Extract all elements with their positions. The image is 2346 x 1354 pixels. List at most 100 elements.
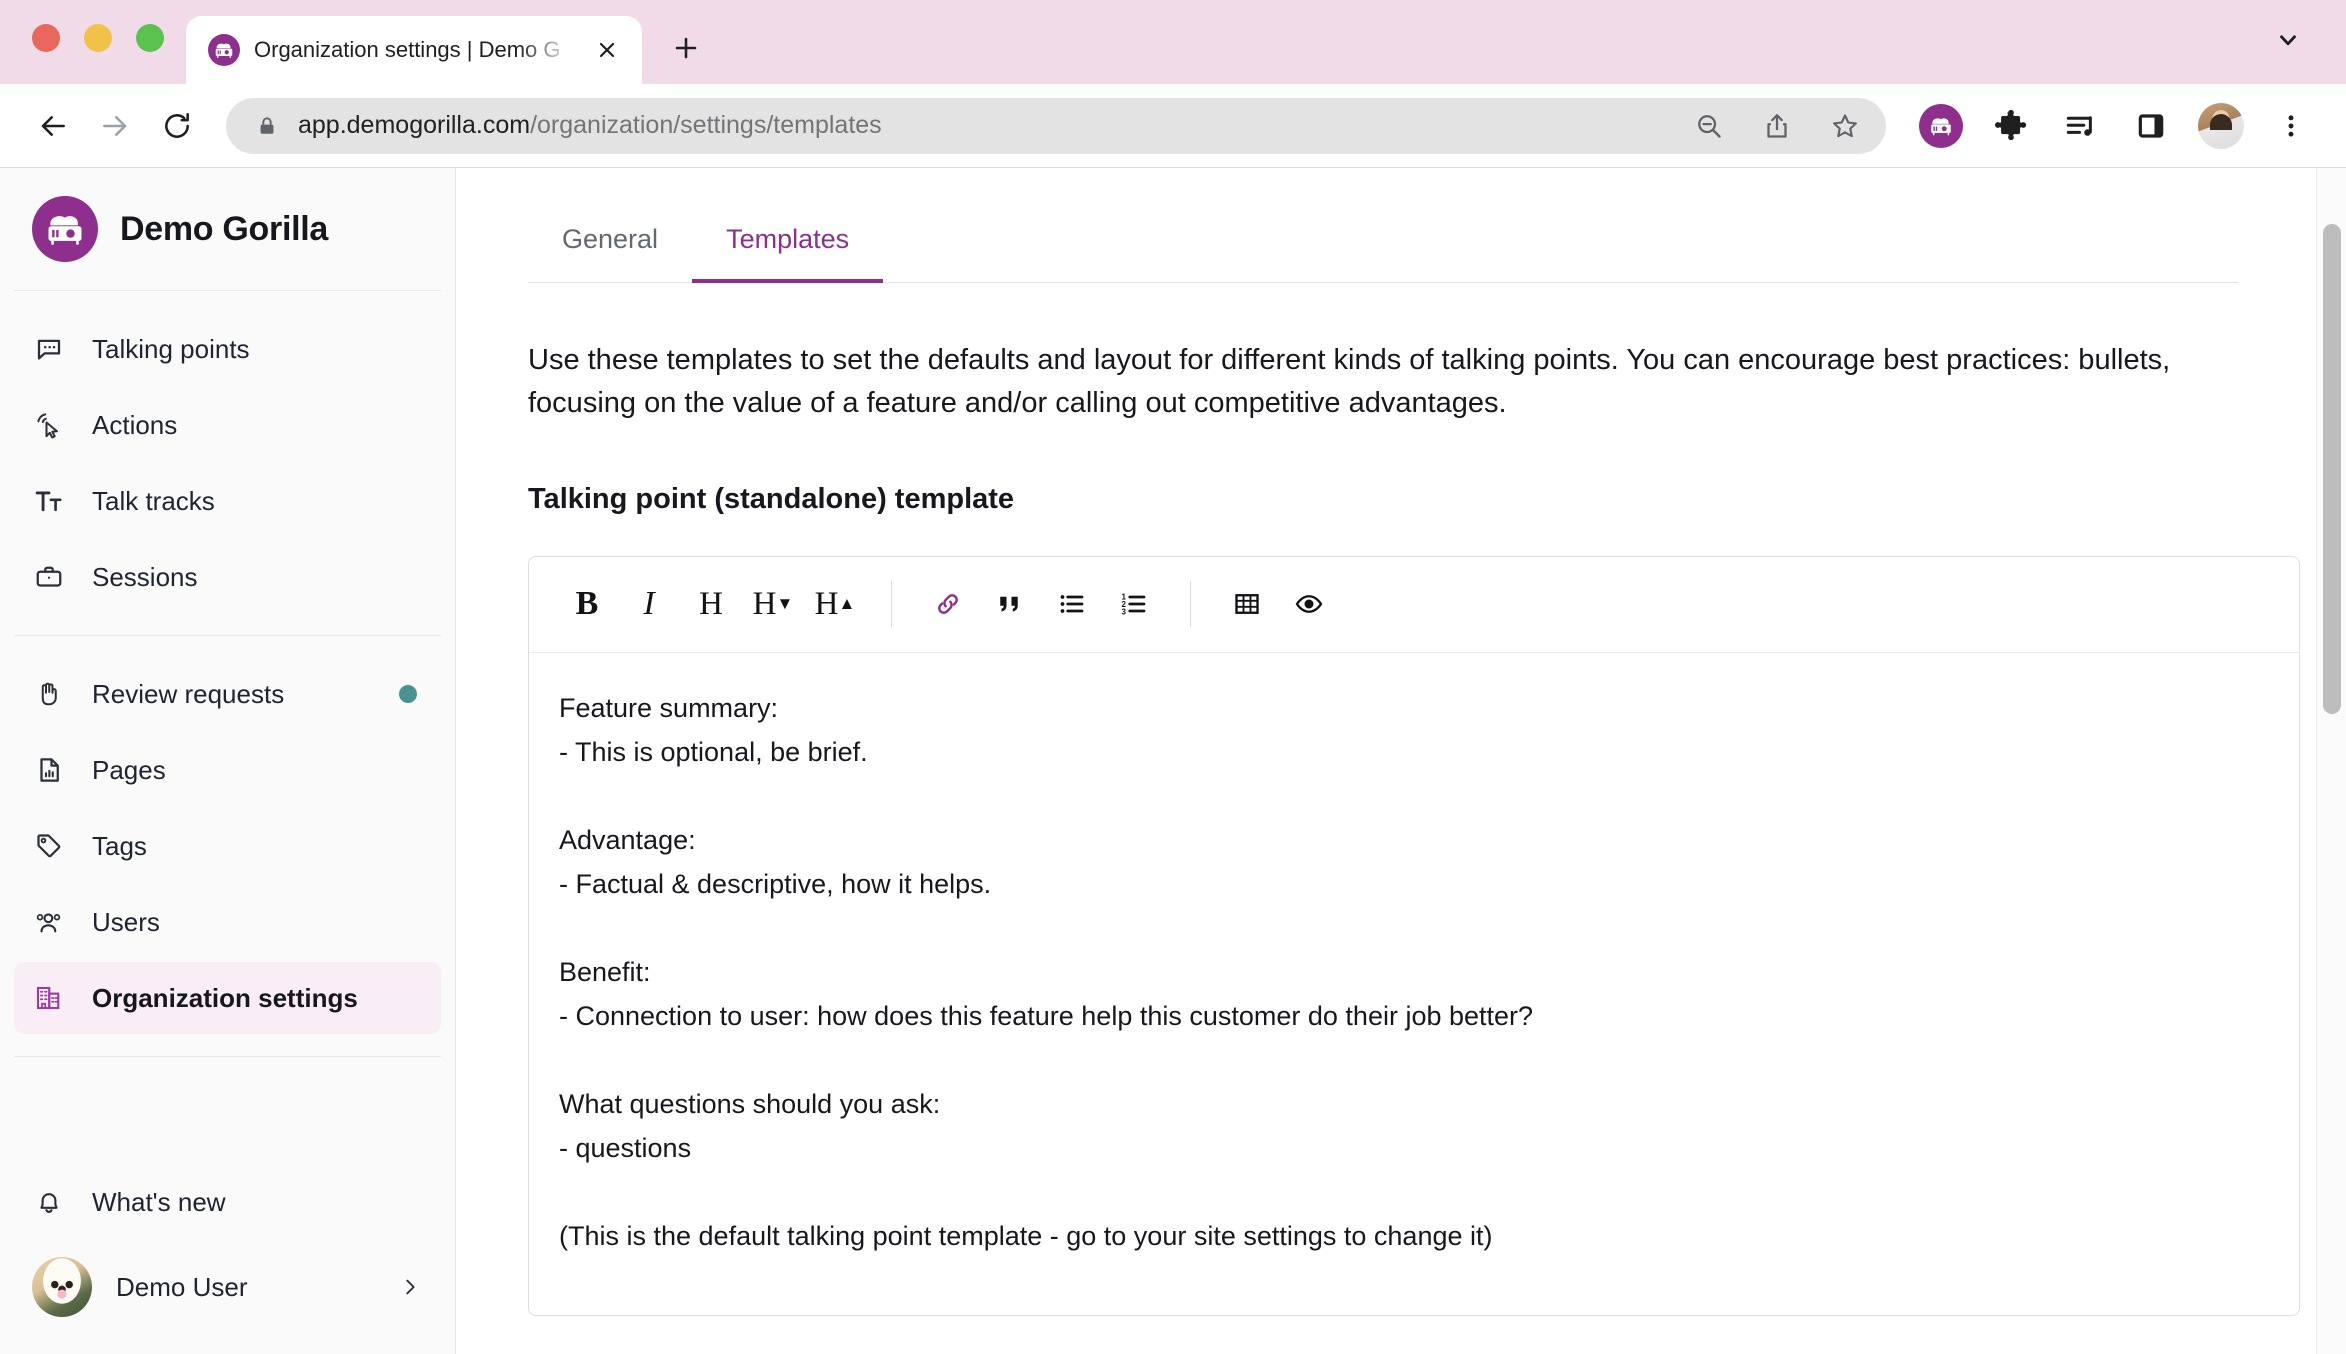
app-viewport: Demo Gorilla Talking points bbox=[0, 168, 2346, 1354]
sidebar-item-actions[interactable]: Actions bbox=[14, 389, 441, 461]
editor-line: - Connection to user: how does this feat… bbox=[559, 995, 2269, 1039]
heading-icon[interactable]: H bbox=[683, 575, 739, 633]
chevron-right-icon bbox=[397, 1274, 423, 1300]
document-chart-icon bbox=[32, 753, 66, 787]
url-host: app.demogorilla.com bbox=[298, 111, 530, 139]
window-controls bbox=[0, 24, 186, 84]
lock-icon bbox=[252, 115, 282, 137]
side-panel-icon[interactable] bbox=[2122, 97, 2180, 155]
tab-templates[interactable]: Templates bbox=[692, 202, 883, 283]
sidebar-item-users[interactable]: Users bbox=[14, 886, 441, 958]
app-sidebar: Demo Gorilla Talking points bbox=[0, 168, 456, 1354]
browser-tab[interactable]: Organization settings | Demo G bbox=[186, 16, 642, 84]
editor-line-blank bbox=[559, 775, 2269, 819]
share-icon[interactable] bbox=[1750, 99, 1804, 153]
heading-increase-icon[interactable]: H▲ bbox=[807, 575, 863, 633]
sidebar-user-menu[interactable]: Demo User bbox=[14, 1244, 441, 1330]
sidebar-item-label: Actions bbox=[92, 410, 423, 441]
zoom-out-icon[interactable] bbox=[1682, 99, 1736, 153]
window-maximize-button[interactable] bbox=[136, 24, 164, 52]
italic-icon[interactable]: I bbox=[621, 575, 677, 633]
sidebar-item-label: Pages bbox=[92, 755, 423, 786]
page-scrollbar-thumb[interactable] bbox=[2323, 224, 2341, 714]
window-close-button[interactable] bbox=[32, 24, 60, 52]
template-editor-standalone: B I H H▼ H▲ bbox=[528, 556, 2300, 1316]
settings-tabs: General Templates bbox=[528, 202, 2238, 283]
editor-body[interactable]: Feature summary: - This is optional, be … bbox=[529, 653, 2299, 1315]
tag-icon bbox=[32, 829, 66, 863]
raised-hand-icon bbox=[32, 677, 66, 711]
brand-name: Demo Gorilla bbox=[120, 210, 328, 249]
sidebar-item-label: Tags bbox=[92, 831, 423, 862]
svg-text:3: 3 bbox=[1122, 608, 1127, 617]
briefcase-icon bbox=[32, 560, 66, 594]
url-path: /organization/settings/templates bbox=[530, 111, 882, 139]
brand-header[interactable]: Demo Gorilla bbox=[0, 168, 455, 290]
sidebar-item-organization-settings[interactable]: Organization settings bbox=[14, 962, 441, 1034]
sidebar-item-pages[interactable]: Pages bbox=[14, 734, 441, 806]
gorilla-extension-icon[interactable] bbox=[1912, 97, 1970, 155]
text-size-icon bbox=[32, 484, 66, 518]
table-icon[interactable] bbox=[1219, 575, 1275, 633]
status-badge bbox=[399, 685, 417, 703]
editor-line-blank bbox=[559, 1171, 2269, 1215]
editor-line: - Factual & descriptive, how it helps. bbox=[559, 863, 2269, 907]
sidebar-item-label: Review requests bbox=[92, 679, 373, 710]
sidebar-item-sessions[interactable]: Sessions bbox=[14, 541, 441, 613]
chevron-down-icon[interactable] bbox=[2268, 20, 2308, 60]
address-bar[interactable]: app.demogorilla.com/organization/setting… bbox=[226, 98, 1886, 154]
gorilla-logo-icon bbox=[208, 34, 240, 66]
back-arrow-icon[interactable] bbox=[22, 95, 84, 157]
window-minimize-button[interactable] bbox=[84, 24, 112, 52]
url-text: app.demogorilla.com/organization/setting… bbox=[298, 111, 1682, 140]
sidebar-item-label: Organization settings bbox=[92, 983, 423, 1014]
media-playlist-icon[interactable] bbox=[2052, 97, 2110, 155]
editor-line: (This is the default talking point templ… bbox=[559, 1215, 2269, 1259]
sidebar-divider bbox=[14, 1056, 441, 1057]
intro-paragraph: Use these templates to set the defaults … bbox=[528, 339, 2238, 425]
forward-arrow-icon[interactable] bbox=[84, 95, 146, 157]
profile-avatar[interactable] bbox=[2192, 97, 2250, 155]
sidebar-item-label: What's new bbox=[92, 1187, 423, 1218]
toolbar-divider bbox=[891, 581, 892, 627]
sidebar-group-bottom: What's new Demo User bbox=[0, 1146, 455, 1354]
sidebar-item-tags[interactable]: Tags bbox=[14, 810, 441, 882]
sidebar-item-talk-tracks[interactable]: Talk tracks bbox=[14, 465, 441, 537]
sidebar-item-label: Talk tracks bbox=[92, 486, 423, 517]
sidebar-item-label: Sessions bbox=[92, 562, 423, 593]
ordered-list-icon[interactable]: 1 2 3 bbox=[1106, 575, 1162, 633]
editor-line: Benefit: bbox=[559, 951, 2269, 995]
link-icon[interactable] bbox=[920, 575, 976, 633]
sidebar-item-talking-points[interactable]: Talking points bbox=[14, 313, 441, 385]
new-tab-button[interactable] bbox=[658, 20, 714, 76]
main-content: General Templates Use these templates to… bbox=[456, 168, 2346, 1354]
bookmark-star-icon[interactable] bbox=[1818, 99, 1872, 153]
three-dot-menu-icon[interactable] bbox=[2262, 97, 2320, 155]
users-group-icon bbox=[32, 905, 66, 939]
chat-bubble-icon bbox=[32, 332, 66, 366]
editor-line-blank bbox=[559, 1039, 2269, 1083]
browser-toolbar: app.demogorilla.com/organization/setting… bbox=[0, 84, 2346, 168]
tab-general[interactable]: General bbox=[528, 202, 692, 283]
heading-decrease-icon[interactable]: H▼ bbox=[745, 575, 801, 633]
office-building-icon bbox=[32, 981, 66, 1015]
editor-line: - questions bbox=[559, 1127, 2269, 1171]
editor-line: What questions should you ask: bbox=[559, 1083, 2269, 1127]
blockquote-icon[interactable] bbox=[982, 575, 1038, 633]
sidebar-item-label: Talking points bbox=[92, 334, 423, 365]
section-title-standalone: Talking point (standalone) template bbox=[528, 483, 2238, 516]
bullet-list-icon[interactable] bbox=[1044, 575, 1100, 633]
browser-tab-strip: Organization settings | Demo G bbox=[0, 0, 2346, 84]
click-cursor-icon bbox=[32, 408, 66, 442]
content-container: General Templates Use these templates to… bbox=[456, 202, 2346, 1354]
page-scrollbar[interactable] bbox=[2316, 168, 2346, 1354]
sidebar-item-whats-new[interactable]: What's new bbox=[14, 1166, 441, 1238]
avatar bbox=[32, 1257, 92, 1317]
reload-icon[interactable] bbox=[146, 95, 208, 157]
extensions-puzzle-icon[interactable] bbox=[1982, 97, 2040, 155]
bold-icon[interactable]: B bbox=[559, 575, 615, 633]
bell-icon bbox=[32, 1185, 66, 1219]
close-icon[interactable] bbox=[590, 33, 624, 67]
preview-eye-icon[interactable] bbox=[1281, 575, 1337, 633]
sidebar-item-review-requests[interactable]: Review requests bbox=[14, 658, 441, 730]
